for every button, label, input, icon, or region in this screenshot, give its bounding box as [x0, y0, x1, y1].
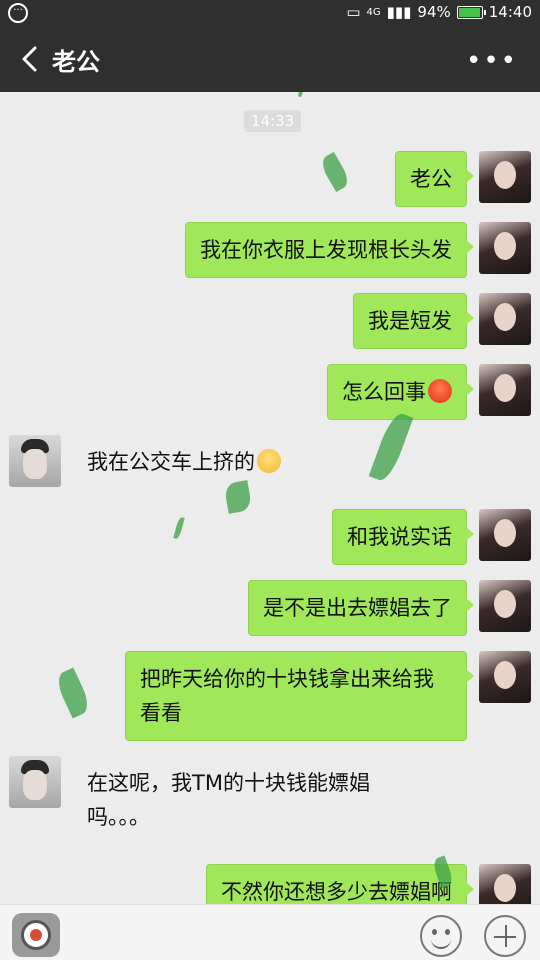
more-options-button[interactable]: ••• [466, 46, 518, 76]
chevron-left-icon [22, 46, 37, 72]
my-avatar[interactable] [479, 509, 531, 561]
leaf-decoration [368, 410, 414, 484]
dizzy-emoji-icon [257, 449, 281, 473]
message-list[interactable]: 14:33 老公 我在你衣服上发现根长头发 我是短发 怎么回事 我在公交车上挤的… [0, 92, 540, 904]
leaf-decoration [298, 92, 307, 98]
network-type: 4G [366, 6, 381, 18]
my-avatar[interactable] [479, 364, 531, 416]
battery-percent: 94% [417, 3, 451, 21]
leaf-decoration [173, 516, 185, 540]
contact-avatar[interactable] [9, 756, 61, 808]
input-toolbar [0, 904, 540, 960]
chat-header: 老公 ••• [0, 26, 540, 92]
microphone-icon [21, 920, 51, 950]
status-bar: ··· ▭ 4G ▮▮▮ 94% 14:40 [0, 0, 540, 26]
outgoing-message[interactable]: 老公 [395, 151, 474, 207]
outgoing-message[interactable]: 不然你还想多少去嫖娼啊 [206, 864, 474, 904]
contact-avatar[interactable] [9, 435, 61, 487]
my-avatar[interactable] [479, 293, 531, 345]
battery-icon [456, 5, 486, 19]
emoji-button[interactable] [420, 915, 462, 957]
angry-emoji-icon [428, 379, 452, 403]
signal-icon: ▮▮▮ [386, 3, 412, 21]
notification-icon: ··· [8, 3, 28, 23]
voice-input-button[interactable] [12, 913, 60, 957]
my-avatar[interactable] [479, 222, 531, 274]
my-avatar[interactable] [479, 864, 531, 904]
outgoing-message[interactable]: 我在你衣服上发现根长头发 [185, 222, 474, 278]
outgoing-message[interactable]: 我是短发 [353, 293, 474, 349]
contact-name: 老公 [52, 48, 100, 76]
my-avatar[interactable] [479, 580, 531, 632]
clock: 14:40 [488, 3, 532, 21]
back-button[interactable] [16, 44, 44, 74]
leaf-decoration [53, 667, 93, 719]
incoming-message[interactable]: 我在公交车上挤的 [73, 435, 295, 489]
my-avatar[interactable] [479, 151, 531, 203]
outgoing-message[interactable]: 把昨天给你的十块钱拿出来给我看看 [125, 651, 474, 741]
message-text: 我在公交车上挤的 [87, 450, 255, 474]
outgoing-message[interactable]: 和我说实话 [332, 509, 474, 565]
message-timestamp: 14:33 [244, 110, 302, 132]
outgoing-message[interactable]: 怎么回事 [327, 364, 474, 420]
message-text: 怎么回事 [342, 380, 426, 404]
leaf-decoration [223, 480, 253, 514]
status-indicators: ▭ 4G ▮▮▮ 94% 14:40 [346, 3, 532, 21]
my-avatar[interactable] [479, 651, 531, 703]
cast-icon: ▭ [346, 3, 361, 21]
leaf-decoration [318, 151, 352, 193]
outgoing-message[interactable]: 是不是出去嫖娼去了 [248, 580, 474, 636]
more-actions-button[interactable] [484, 915, 526, 957]
incoming-message[interactable]: 在这呢，我TM的十块钱能嫖娼吗。。。 [73, 756, 413, 844]
